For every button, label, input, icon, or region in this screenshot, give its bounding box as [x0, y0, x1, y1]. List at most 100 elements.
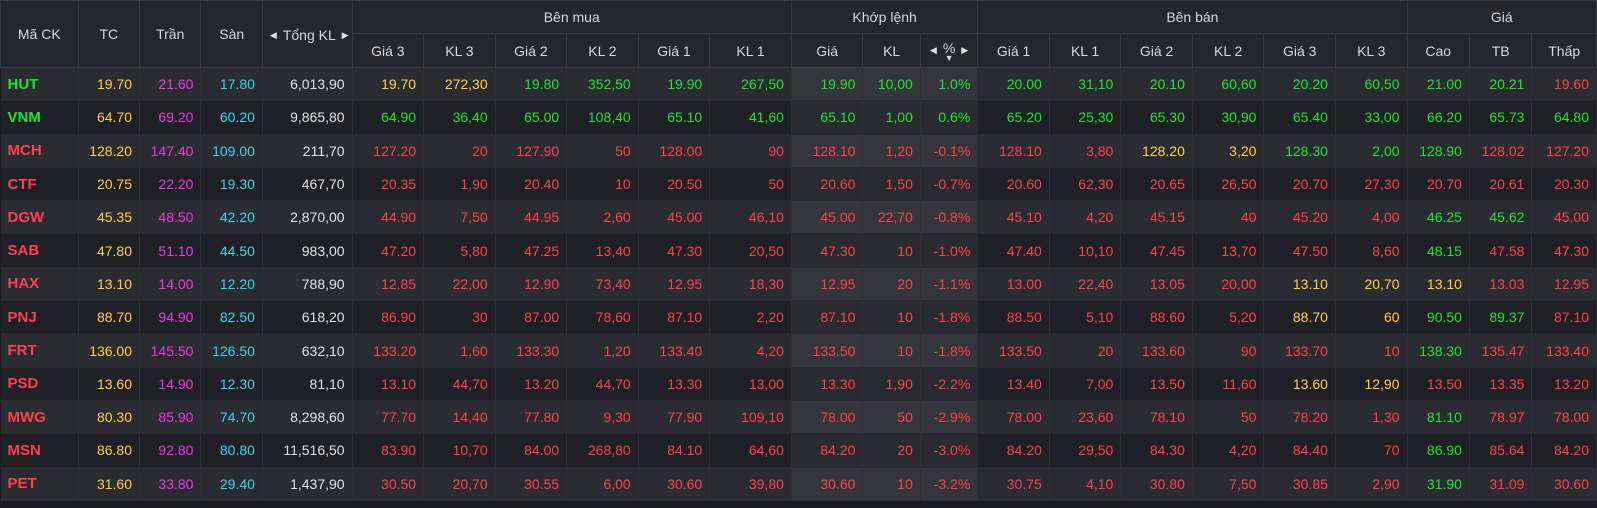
quote-cell: 20 — [423, 134, 496, 168]
next-column-icon[interactable]: ▶ — [961, 45, 968, 56]
quote-cell: 20,50 — [709, 233, 792, 268]
quote-cell: 78.20 — [1263, 400, 1336, 435]
quote-cell: 44.90 — [352, 200, 425, 235]
sell-giá-3-header[interactable]: Giá 3 — [1263, 33, 1336, 68]
quote-cell: 60,50 — [1335, 67, 1408, 102]
quote-cell: 45.00 — [791, 200, 864, 235]
prev-column-icon[interactable]: ◀ — [930, 45, 937, 56]
floor-price-cell: 17.80 — [200, 67, 263, 102]
quote-cell: 13,70 — [1192, 233, 1265, 268]
quote-cell: 10 — [566, 167, 639, 202]
quote-cell: 45.20 — [1263, 200, 1336, 235]
symbol-cell[interactable]: VNM — [0, 100, 79, 135]
quote-cell: 65.73 — [1469, 100, 1533, 135]
quote-cell: 133.60 — [1120, 333, 1193, 368]
quote-cell: 5,80 — [423, 233, 496, 268]
quote-cell: 65.30 — [1120, 100, 1193, 135]
symbol-cell[interactable]: CTF — [0, 167, 79, 202]
quote-cell: 20.20 — [1263, 67, 1336, 102]
sell-giá-2-header[interactable]: Giá 2 — [1120, 33, 1193, 68]
price-tb-header[interactable]: TB — [1468, 33, 1533, 68]
sell-kl-1-header[interactable]: KL 1 — [1048, 33, 1122, 68]
quote-cell: 78.97 — [1469, 400, 1533, 435]
sell-kl-3-header[interactable]: KL 3 — [1334, 33, 1408, 68]
price-cao-header[interactable]: Cao — [1406, 33, 1470, 68]
symbol-cell[interactable]: PNJ — [0, 300, 79, 335]
col-symbol-header[interactable]: Mã CK — [0, 0, 79, 68]
symbol-cell[interactable]: MWG — [0, 400, 79, 435]
quote-cell: 47.50 — [1263, 233, 1336, 268]
col-total-volume-header[interactable]: ◀ Tổng KL ▶ — [261, 0, 353, 68]
quote-cell: 81.10 — [1407, 400, 1470, 435]
table-row[interactable]: MWG 80.30 85.90 74.70 8,298,60 77.70 14,40 77.8… — [0, 400, 1597, 435]
table-row[interactable]: FRT 136.00 145.50 126.50 632,10 133.20 1,60 133… — [0, 333, 1597, 368]
symbol-cell[interactable]: HAX — [0, 267, 79, 302]
quote-cell: 31.90 — [1407, 467, 1470, 501]
table-row[interactable]: MCH 128.20 147.40 109.00 211,70 127.20 20 127.9… — [0, 134, 1597, 168]
table-row[interactable]: CTF 20.75 22.20 19.30 467,70 20.35 1,90 20.40 10… — [0, 167, 1597, 202]
price-thấp-header[interactable]: Thấp — [1531, 33, 1597, 68]
buy-giá-3-header[interactable]: Giá 3 — [351, 33, 425, 68]
total-volume-cell: 211,70 — [262, 134, 353, 168]
price-group-header: Giá — [1406, 0, 1597, 34]
buy-giá-1-header[interactable]: Giá 1 — [637, 33, 711, 68]
col-ref-header[interactable]: TC — [77, 0, 141, 68]
symbol-cell[interactable]: MCH — [0, 134, 79, 168]
symbol-cell[interactable]: PET — [0, 467, 79, 501]
symbol-cell[interactable]: MSN — [0, 433, 79, 468]
col-floor-header[interactable]: Sàn — [200, 0, 263, 68]
buy-kl-2-header[interactable]: KL 2 — [566, 33, 639, 68]
floor-price-cell: 109.00 — [200, 134, 263, 168]
table-row[interactable]: VNM 64.70 69.20 60.20 9,865,80 64.90 36,40 65.0… — [0, 100, 1597, 135]
sell-giá-1-header[interactable]: Giá 1 — [977, 33, 1050, 68]
table-row[interactable]: PET 31.60 33.80 29.40 1,437,90 30.50 20,70 30.5… — [0, 467, 1597, 501]
quote-cell: 87.10 — [638, 300, 711, 335]
quote-cell: 20 — [862, 267, 921, 302]
symbol-cell[interactable]: PSD — [0, 367, 79, 401]
table-row[interactable]: PSD 13.60 14.90 12.30 81,10 13.10 44,70 13.20 44… — [0, 367, 1597, 401]
quote-cell: 268,80 — [566, 433, 639, 468]
quote-cell: 62,30 — [1049, 167, 1122, 202]
quote-cell: 65.10 — [791, 100, 864, 135]
symbol-cell[interactable]: DGW — [0, 200, 79, 235]
quote-cell: 1,30 — [1335, 400, 1408, 435]
buy-giá-2-header[interactable]: Giá 2 — [494, 33, 568, 68]
sell-kl-2-header[interactable]: KL 2 — [1191, 33, 1265, 68]
buy-kl-3-header[interactable]: KL 3 — [423, 33, 496, 68]
ceiling-price-cell: 14.90 — [139, 367, 202, 401]
table-row[interactable]: PNJ 88.70 94.90 82.50 618,20 86.90 30 87.00 78,6… — [0, 300, 1597, 335]
symbol-cell[interactable]: FRT — [0, 333, 79, 368]
quote-cell: 86.90 — [1407, 433, 1470, 468]
sort-down-icon[interactable]: ▼ — [943, 54, 955, 63]
quote-cell: 50 — [862, 400, 921, 435]
floor-price-cell: 12.30 — [200, 367, 263, 401]
scroll-right-icon[interactable]: ▶ — [342, 30, 349, 41]
quote-cell: 4,20 — [709, 333, 792, 368]
ceiling-price-cell: 69.20 — [139, 100, 202, 135]
match-pct-header[interactable]: ◀% ▼ ▶ — [919, 33, 979, 68]
table-row[interactable]: MSN 86.80 92.80 80.80 11,516,50 83.90 10,70 84.… — [0, 433, 1597, 468]
table-row[interactable]: DGW 45.35 48.50 42.20 2,870,00 44.90 7,50 44.95… — [0, 200, 1597, 235]
quote-cell: 78.00 — [791, 400, 864, 435]
symbol-cell[interactable]: HUT — [0, 67, 79, 102]
quote-cell: 64,60 — [709, 433, 792, 468]
quote-cell: 64.90 — [352, 100, 425, 135]
quote-cell: 10 — [1335, 333, 1408, 368]
floor-price-cell: 29.40 — [200, 467, 263, 501]
quote-cell: 19.90 — [638, 67, 711, 102]
ref-price-cell: 13.10 — [78, 267, 141, 302]
match-kl-header[interactable]: KL — [862, 33, 921, 68]
table-row[interactable]: SAB 47.80 51.10 44.50 983,00 47.20 5,80 47.25 13… — [0, 233, 1597, 268]
ceiling-price-cell: 22.20 — [139, 167, 202, 202]
symbol-cell[interactable]: SAB — [0, 233, 79, 268]
quote-cell: 133.20 — [352, 333, 425, 368]
buy-kl-1-header[interactable]: KL 1 — [709, 33, 792, 68]
table-row[interactable]: HUT 19.70 21.60 17.80 6,013,90 19.70 272,30 19.… — [0, 67, 1597, 102]
table-row[interactable]: HAX 13.10 14.00 12.20 788,90 12.85 22,00 12.90 7… — [0, 267, 1597, 302]
quote-cell: 128.30 — [1263, 134, 1336, 168]
quote-cell: 4,10 — [1049, 467, 1122, 501]
quote-cell: 133.40 — [638, 333, 711, 368]
match-giá-header[interactable]: Giá — [790, 33, 864, 68]
col-ceiling-header[interactable]: Trần — [139, 0, 202, 68]
scroll-left-icon[interactable]: ◀ — [270, 30, 277, 41]
